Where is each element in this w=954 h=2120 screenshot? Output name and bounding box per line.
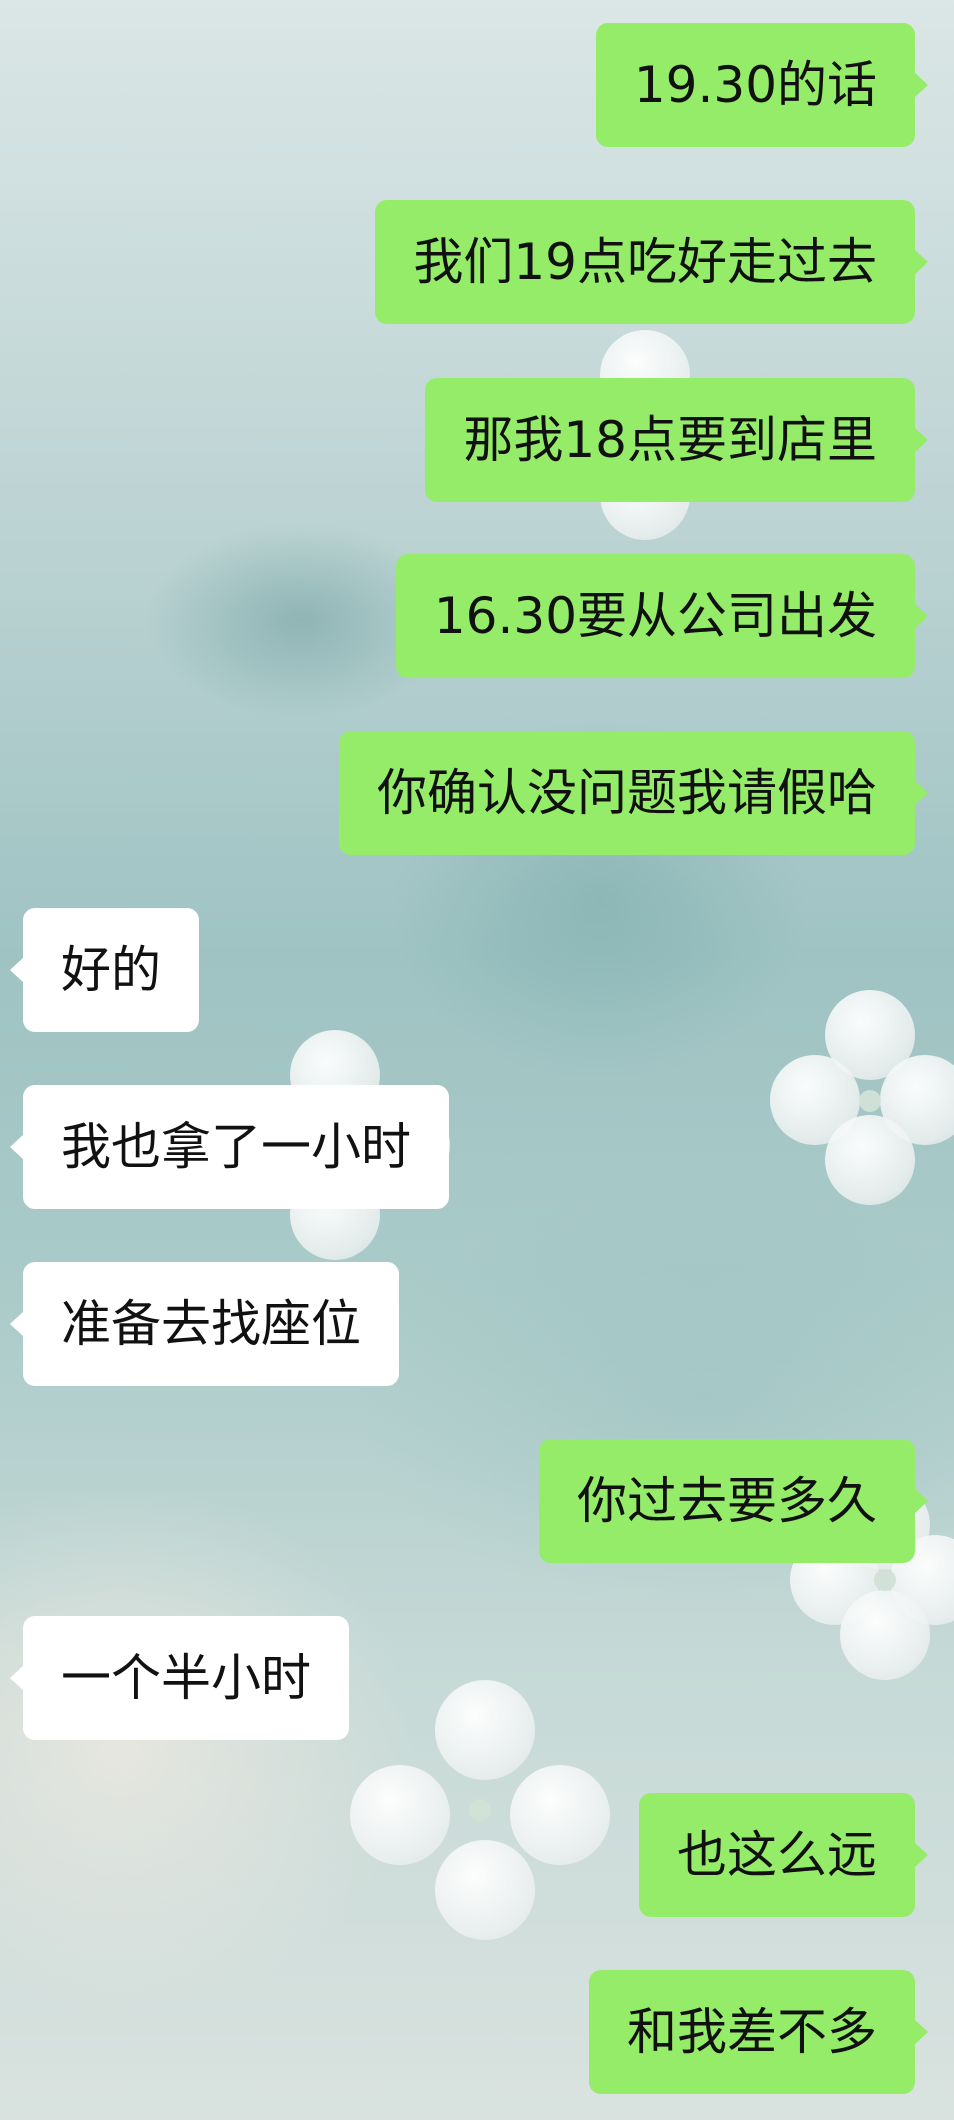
message-row-received: 好的: [0, 908, 954, 1032]
received-message-bubble[interactable]: 好的: [10, 908, 199, 1032]
message-row-sent: 和我差不多: [0, 1970, 954, 2094]
message-row-sent: 16.30要从公司出发: [0, 554, 954, 678]
message-row-sent: 19.30的话: [0, 23, 954, 147]
message-row-sent: 那我18点要到店里: [0, 378, 954, 502]
sent-message-bubble[interactable]: 那我18点要到店里: [425, 378, 928, 502]
sent-message-bubble[interactable]: 和我差不多: [589, 1970, 928, 2094]
sent-message-bubble[interactable]: 19.30的话: [595, 23, 929, 147]
sent-message-bubble[interactable]: 你确认没问题我请假哈: [339, 731, 928, 855]
received-message-bubble[interactable]: 一个半小时: [10, 1616, 349, 1740]
sent-message-bubble[interactable]: 16.30要从公司出发: [395, 554, 929, 678]
sent-message-bubble[interactable]: 你过去要多久: [539, 1439, 928, 1563]
received-message-bubble[interactable]: 我也拿了一小时: [10, 1085, 449, 1209]
sent-message-bubble[interactable]: 也这么远: [639, 1793, 928, 1917]
message-row-sent: 你确认没问题我请假哈: [0, 731, 954, 855]
message-row-received: 我也拿了一小时: [0, 1085, 954, 1209]
message-row-received: 准备去找座位: [0, 1262, 954, 1386]
received-message-bubble[interactable]: 准备去找座位: [10, 1262, 399, 1386]
message-row-received: 一个半小时: [0, 1616, 954, 1740]
message-row-sent: 我们19点吃好走过去: [0, 200, 954, 324]
message-row-sent: 你过去要多久: [0, 1439, 954, 1563]
sent-message-bubble[interactable]: 我们19点吃好走过去: [375, 200, 928, 324]
message-row-sent: 也这么远: [0, 1793, 954, 1917]
